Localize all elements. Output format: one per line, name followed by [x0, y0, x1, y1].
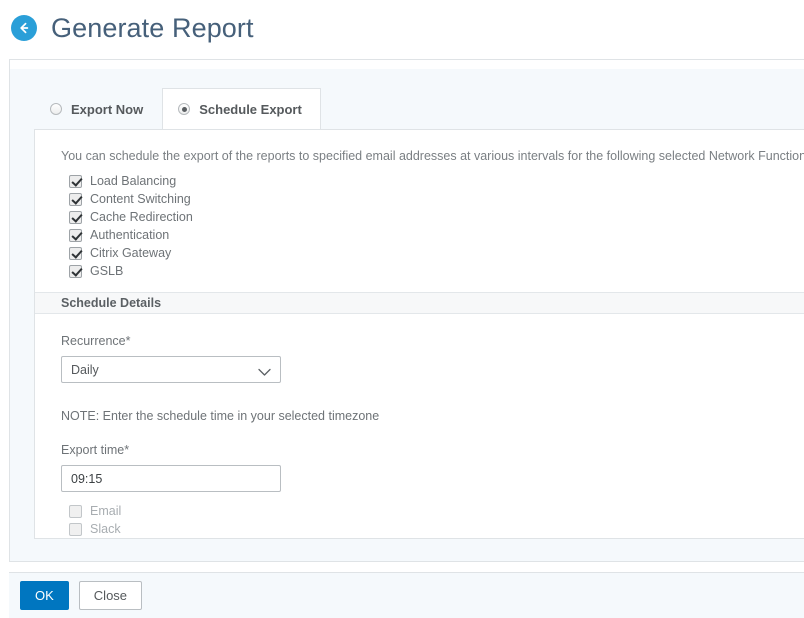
checkbox-citrix-gateway[interactable]: [69, 246, 82, 260]
list-item-label: Load Balancing: [90, 173, 177, 188]
list-item-label: Content Switching: [90, 191, 191, 206]
list-item[interactable]: Content Switching: [69, 190, 804, 208]
tab-export-now[interactable]: Export Now: [34, 88, 162, 129]
list-item[interactable]: Slack: [69, 520, 804, 538]
list-item[interactable]: Enable Schedule: [69, 538, 804, 539]
network-functions-list: Load Balancing Content Switching Cache R…: [69, 172, 804, 280]
recurrence-select[interactable]: Daily: [61, 356, 281, 383]
schedule-details-section-header: Schedule Details: [35, 292, 804, 314]
export-time-input[interactable]: [61, 465, 281, 492]
checkbox-content-switching[interactable]: [69, 192, 82, 206]
section-title: Schedule Details: [61, 296, 162, 310]
checkbox-authentication[interactable]: [69, 228, 82, 242]
radio-selected-icon: [178, 103, 191, 115]
page-title: Generate Report: [51, 12, 254, 43]
tab-region: Export Now Schedule Export You can sched…: [9, 69, 804, 562]
ok-button[interactable]: OK: [20, 581, 69, 610]
schedule-export-panel: You can schedule the export of the repor…: [34, 129, 804, 539]
list-item[interactable]: Email: [69, 502, 804, 520]
list-item-label: Authentication: [90, 227, 170, 242]
checkbox-slack[interactable]: [69, 522, 82, 536]
list-item-label: Cache Redirection: [90, 209, 193, 224]
radio-unselected-icon: [50, 103, 62, 115]
checkbox-load-balancing[interactable]: [69, 174, 82, 188]
list-item-label: Citrix Gateway: [90, 245, 172, 260]
dialog-top-strip: [9, 59, 804, 69]
checkbox-cache-redirection[interactable]: [69, 210, 82, 224]
page-header: Generate Report: [0, 0, 804, 56]
list-item[interactable]: Citrix Gateway: [69, 244, 804, 262]
close-button[interactable]: Close: [78, 581, 143, 610]
export-time-label: Export time*: [61, 443, 130, 457]
list-item[interactable]: Cache Redirection: [69, 208, 804, 226]
timezone-note: NOTE: Enter the schedule time in your se…: [61, 409, 380, 423]
list-item-label: GSLB: [90, 263, 124, 278]
recurrence-label: Recurrence*: [61, 334, 131, 348]
tab-schedule-export-label: Schedule Export: [199, 101, 302, 117]
tab-schedule-export[interactable]: Schedule Export: [162, 88, 321, 129]
checkbox-email[interactable]: [69, 504, 82, 518]
tab-export-now-label: Export Now: [71, 101, 144, 117]
list-item-label: Email: [90, 503, 122, 518]
list-item[interactable]: GSLB: [69, 262, 804, 280]
dialog-footer: OK Close: [9, 572, 804, 618]
list-item[interactable]: Load Balancing: [69, 172, 804, 190]
list-item[interactable]: Authentication: [69, 226, 804, 244]
delivery-options-list: Email Slack Enable Schedule: [69, 502, 804, 539]
checkbox-gslb[interactable]: [69, 264, 82, 278]
schedule-form: Recurrence* Daily NOTE: Enter the schedu…: [35, 334, 804, 539]
recurrence-select-wrapper: Daily: [61, 356, 281, 383]
list-item-label: Slack: [90, 521, 121, 536]
tab-strip: Export Now Schedule Export: [34, 88, 321, 129]
intro-description: You can schedule the export of the repor…: [61, 149, 804, 163]
recurrence-selected-value: Daily: [71, 362, 99, 377]
back-arrow-icon[interactable]: [11, 15, 37, 41]
